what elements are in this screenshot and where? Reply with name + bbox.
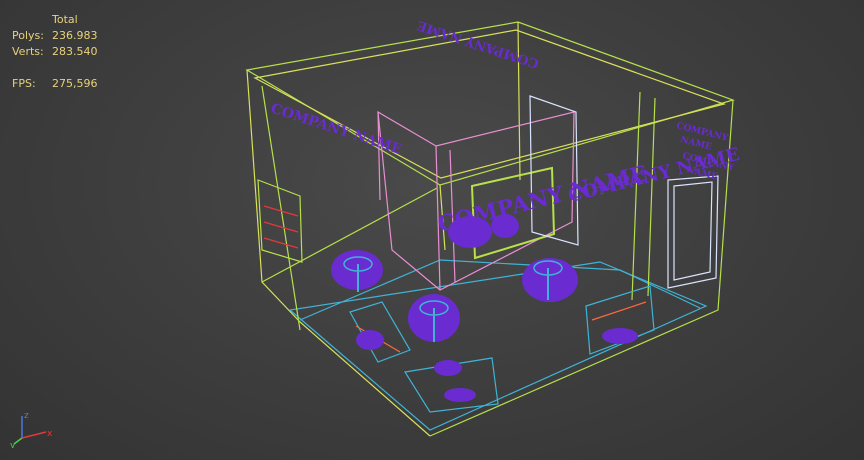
table-set-right [522,258,578,302]
wireframe-booth-model[interactable]: COMPANY NAME COMPANY NAME COMPANY NAME C… [0,0,864,460]
y-axis-label: y [10,441,16,448]
left-wall-sign: COMPANY NAME [269,101,404,158]
lounge-sofas [349,285,655,413]
back-wall-mirrored-sign: COMPANY NAME [415,17,540,71]
z-axis-label: z [24,411,29,421]
booth-signage: COMPANY NAME COMPANY NAME COMPANY NAME C… [269,17,742,238]
table-set-center [408,294,460,342]
table-set-left [331,250,383,292]
x-axis-line [21,431,47,439]
left-shelving [257,179,303,263]
axis-gizmo: x y z [10,411,53,448]
x-axis-label: x [47,429,53,439]
viewport[interactable]: { "stats": { "header": "Total", "polys_l… [0,0,864,460]
